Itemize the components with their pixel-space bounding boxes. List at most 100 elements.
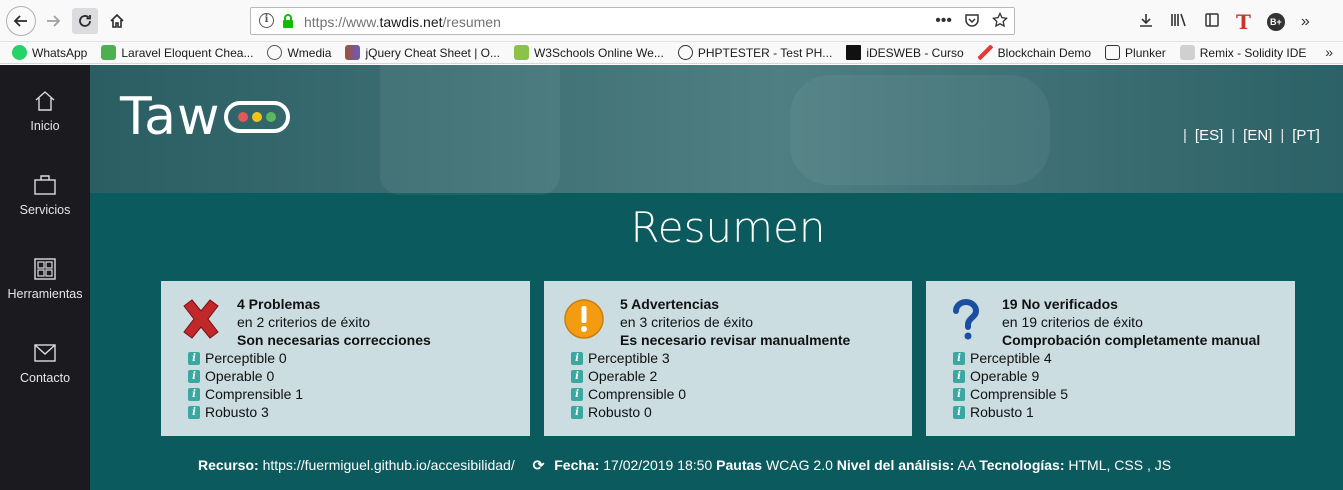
list-item[interactable]: i Comprensible 1 xyxy=(188,385,303,403)
principle-list: i Perceptible 0 i Operable 0 i Comprensible… xyxy=(188,349,303,421)
t-extension-icon[interactable]: T xyxy=(1236,10,1251,34)
bookmark-label: Laravel Eloquent Chea... xyxy=(121,45,254,60)
level-label: Nivel del análisis: xyxy=(836,457,955,473)
principle-label: Perceptible 0 xyxy=(205,350,287,366)
card-header: 19 No verificados en 19 criterios de éxi… xyxy=(1002,295,1260,349)
overflow-menu-icon[interactable]: » xyxy=(1301,13,1310,31)
list-item[interactable]: i Robusto 3 xyxy=(188,403,303,421)
principle-label: Comprensible 1 xyxy=(205,386,304,402)
tawdis-logo[interactable]: Taw xyxy=(120,87,290,147)
info-icon: i xyxy=(188,369,200,383)
download-icon[interactable] xyxy=(1138,12,1154,33)
sidebar: Inicio Servicios Herramientas Contacto xyxy=(0,65,90,490)
card-count: 19 No verificados xyxy=(1002,296,1118,312)
bookmark-item[interactable]: Blockchain Demo xyxy=(977,45,1092,60)
back-button[interactable] xyxy=(6,6,36,36)
lang-es-link[interactable]: [ES] xyxy=(1195,127,1223,144)
sidebar-item-servicios[interactable]: Servicios xyxy=(0,173,90,217)
home-button[interactable] xyxy=(104,8,130,34)
refresh-icon[interactable]: ⟳ xyxy=(533,457,545,474)
library-icon[interactable] xyxy=(1170,12,1188,33)
info-icon: i xyxy=(953,369,965,383)
bookmark-item[interactable]: iDESWEB - Curso xyxy=(846,45,964,60)
principle-label: Operable 0 xyxy=(205,368,275,384)
info-icon[interactable]: i xyxy=(259,13,274,28)
lang-en-link[interactable]: [EN] xyxy=(1243,127,1272,144)
card-criteria: en 2 criterios de éxito xyxy=(237,314,371,330)
lang-pt-link[interactable]: [PT] xyxy=(1292,127,1320,144)
list-item[interactable]: i Operable 0 xyxy=(188,367,303,385)
tech-value: HTML, CSS , JS xyxy=(1068,457,1172,473)
bookmark-item[interactable]: Remix - Solidity IDE xyxy=(1179,45,1307,60)
card-count: 5 Advertencias xyxy=(620,296,720,312)
url-text[interactable]: https://www.tawdis.net/resumen xyxy=(304,14,501,30)
list-item[interactable]: i Operable 2 xyxy=(571,367,686,385)
list-item[interactable]: i Comprensible 0 xyxy=(571,385,686,403)
url-bar[interactable]: i https://www.tawdis.net/resumen ••• xyxy=(250,7,1015,35)
envelope-icon xyxy=(34,344,56,362)
list-item[interactable]: i Comprensible 5 xyxy=(953,385,1068,403)
page-actions: ••• xyxy=(935,11,1009,33)
resource-label: Recurso: xyxy=(198,457,259,473)
browser-toolbar: i https://www.tawdis.net/resumen ••• T B… xyxy=(0,0,1343,42)
card-header: 5 Advertencias en 3 criterios de éxito E… xyxy=(620,295,850,349)
bookmark-item[interactable]: WhatsApp xyxy=(12,45,87,60)
logo-pill-icon xyxy=(223,101,290,133)
toolbar-right: T B+ » xyxy=(1138,10,1310,34)
sidebar-toggle-icon[interactable] xyxy=(1204,12,1220,33)
blockchain-icon xyxy=(977,45,993,60)
plunker-icon xyxy=(1105,45,1121,60)
list-item[interactable]: i Robusto 0 xyxy=(571,403,686,421)
arrow-left-icon xyxy=(13,15,27,27)
star-icon[interactable] xyxy=(991,11,1009,33)
tech-label: Tecnologías: xyxy=(979,457,1065,473)
reload-button[interactable] xyxy=(72,8,98,34)
card-count: 4 Problemas xyxy=(237,296,321,312)
bookmark-item[interactable]: jQuery Cheat Sheet | O... xyxy=(345,45,500,60)
url-host: tawdis.net xyxy=(379,14,443,30)
card-header: 4 Problemas en 2 criterios de éxito Son … xyxy=(237,295,431,349)
sidebar-item-label: Herramientas xyxy=(7,287,83,301)
error-x-icon xyxy=(183,299,219,339)
home-icon xyxy=(110,13,124,28)
problems-card: 4 Problemas en 2 criterios de éxito Son … xyxy=(161,281,530,436)
list-item[interactable]: i Perceptible 0 xyxy=(188,349,303,367)
list-item[interactable]: i Operable 9 xyxy=(953,367,1068,385)
card-need: Son necesarias correcciones xyxy=(237,332,431,348)
principle-label: Robusto 1 xyxy=(970,404,1034,420)
bookmark-item[interactable]: Laravel Eloquent Chea... xyxy=(101,45,253,60)
main-content: Taw | [ES] | [EN] | [PT] Resumen 4 Problemas … xyxy=(90,65,1343,490)
list-item[interactable]: i Robusto 1 xyxy=(953,403,1068,421)
sidebar-item-label: Contacto xyxy=(19,371,71,385)
principle-label: Robusto 3 xyxy=(205,404,269,420)
bookmark-item[interactable]: PHPTESTER - Test PH... xyxy=(677,45,833,60)
list-item[interactable]: i Perceptible 3 xyxy=(571,349,686,367)
unverified-card: 19 No verificados en 19 criterios de éxi… xyxy=(926,281,1295,436)
bookmark-label: Blockchain Demo xyxy=(997,45,1092,60)
bplus-extension-icon[interactable]: B+ xyxy=(1266,13,1285,31)
phptester-icon xyxy=(677,45,693,60)
pocket-icon[interactable] xyxy=(964,12,980,33)
bookmark-label: PHPTESTER - Test PH... xyxy=(697,45,833,60)
more-actions-icon[interactable]: ••• xyxy=(935,12,952,33)
info-icon: i xyxy=(953,405,965,419)
warnings-card: 5 Advertencias en 3 criterios de éxito E… xyxy=(544,281,912,436)
info-icon: i xyxy=(953,351,965,365)
sidebar-item-herramientas[interactable]: Herramientas xyxy=(0,257,90,301)
sidebar-item-inicio[interactable]: Inicio xyxy=(0,89,90,133)
bookmark-item[interactable]: W3Schools Online We... xyxy=(513,45,664,60)
bookmark-item[interactable]: Plunker xyxy=(1105,45,1166,60)
guidelines-label: Pautas xyxy=(716,457,763,473)
bookmark-item[interactable]: Wmedia xyxy=(267,45,331,60)
hero-decoration xyxy=(380,65,560,195)
bookmarks-overflow-icon[interactable]: » xyxy=(1325,44,1333,60)
jquery-icon xyxy=(345,45,361,60)
forward-button[interactable] xyxy=(40,8,66,34)
bookmark-label: W3Schools Online We... xyxy=(533,45,664,60)
sidebar-item-contacto[interactable]: Contacto xyxy=(0,341,90,385)
bookmark-label: Plunker xyxy=(1125,45,1166,60)
principle-label: Comprensible 5 xyxy=(970,386,1069,402)
arrow-right-icon xyxy=(47,15,61,27)
bookmark-label: Remix - Solidity IDE xyxy=(1199,45,1307,60)
list-item[interactable]: i Perceptible 4 xyxy=(953,349,1068,367)
